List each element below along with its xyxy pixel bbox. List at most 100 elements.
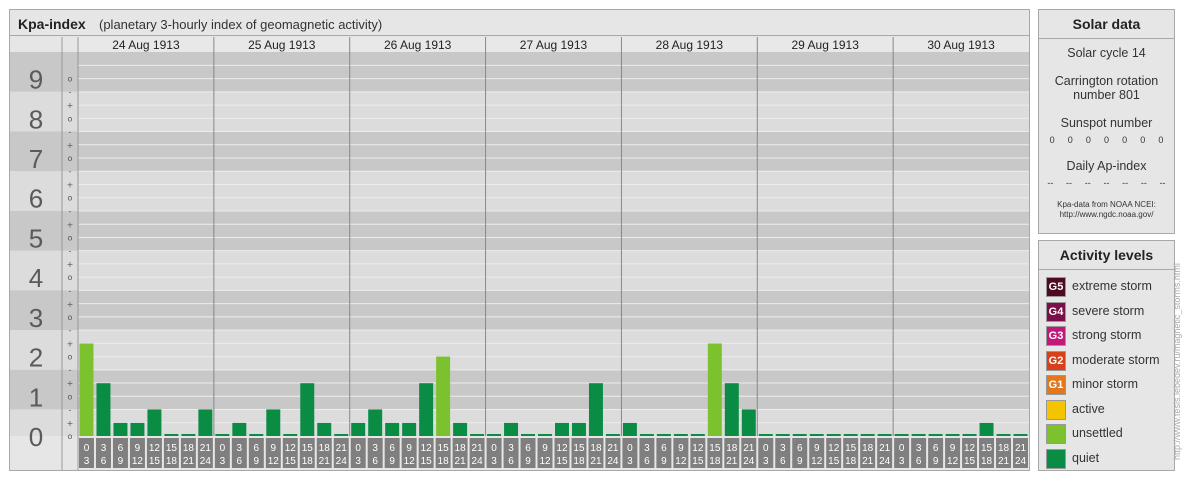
- kp-bar: [775, 434, 790, 436]
- day-label: 24 Aug 1913: [112, 38, 180, 52]
- interval-start-label: 9: [542, 443, 548, 454]
- activity-level-label: quiet: [1072, 450, 1100, 465]
- interval-start-label: 15: [709, 443, 721, 454]
- interval-end-label: 18: [709, 456, 721, 467]
- kp-bar: [164, 434, 179, 436]
- sunspot-label: Sunspot number: [1060, 116, 1153, 130]
- interval-start-label: 12: [285, 443, 297, 454]
- interval-start-label: 21: [472, 443, 484, 454]
- y-subtick-label: +: [67, 379, 74, 388]
- kp-bar: [945, 434, 960, 436]
- interval-end-label: 3: [491, 456, 497, 467]
- kp-bar: [419, 383, 434, 436]
- activity-level-item: G4 severe storm: [1046, 301, 1174, 322]
- kp-band: [10, 210, 1029, 251]
- interval-end-label: 9: [661, 456, 667, 467]
- interval-start-label: 3: [916, 443, 922, 454]
- ap-index-value: --: [1047, 178, 1054, 188]
- interval-start-label: 9: [950, 443, 956, 454]
- interval-end-label: 6: [916, 456, 922, 467]
- day-label: 29 Aug 1913: [792, 38, 860, 52]
- y-subtick-label: +: [67, 300, 74, 309]
- interval-start-label: 3: [780, 443, 786, 454]
- kp-bar: [249, 434, 264, 436]
- interval-end-label: 18: [981, 456, 993, 467]
- interval-start-label: 0: [899, 443, 905, 454]
- kp-bar: [181, 434, 196, 436]
- interval-start-label: 9: [135, 443, 141, 454]
- y-subtick-label: o: [68, 273, 73, 282]
- kp-bar: [521, 434, 536, 436]
- interval-start-label: 21: [607, 443, 619, 454]
- interval-end-label: 18: [166, 456, 178, 467]
- ap-index-values: -- -- -- -- -- -- --: [1039, 178, 1174, 188]
- interval-start-label: 0: [84, 443, 90, 454]
- carrington-rotation-number: number 801: [1073, 88, 1140, 102]
- interval-end-label: 12: [404, 456, 416, 467]
- interval-start-label: 18: [183, 443, 195, 454]
- activity-level-swatch: [1046, 399, 1066, 420]
- kp-bar: [979, 422, 994, 436]
- ap-index-value: --: [1103, 178, 1110, 188]
- day-label: 30 Aug 1913: [927, 38, 995, 52]
- activity-levels-heading: Activity levels: [1039, 241, 1174, 270]
- interval-end-label: 3: [627, 456, 633, 467]
- interval-end-label: 24: [1015, 456, 1027, 467]
- y-subtick-label: -: [69, 167, 72, 176]
- y-tick-label: 8: [29, 104, 43, 134]
- interval-end-label: 24: [336, 456, 348, 467]
- solar-data-panel: Solar data Solar cycle 14 Carrington rot…: [1038, 9, 1175, 234]
- activity-level-item: quiet: [1046, 448, 1174, 469]
- kp-bar: [860, 434, 875, 436]
- interval-start-label: 0: [627, 443, 633, 454]
- y-tick-label: 6: [29, 184, 43, 214]
- interval-start-label: 3: [508, 443, 514, 454]
- interval-end-label: 18: [302, 456, 314, 467]
- kp-bar: [453, 422, 468, 436]
- ap-index-value: --: [1084, 178, 1091, 188]
- interval-start-label: 12: [421, 443, 433, 454]
- y-subtick-label: o: [68, 432, 73, 441]
- interval-end-label: 3: [355, 456, 361, 467]
- kp-bar: [232, 422, 247, 436]
- activity-level-item: G2 moderate storm: [1046, 350, 1174, 371]
- interval-end-label: 9: [254, 456, 260, 467]
- day-label: 25 Aug 1913: [248, 38, 316, 52]
- interval-end-label: 12: [675, 456, 687, 467]
- kp-bar: [741, 409, 756, 436]
- interval-end-label: 6: [780, 456, 786, 467]
- interval-end-label: 18: [438, 456, 450, 467]
- y-subtick-label: +: [67, 339, 74, 348]
- sunspot-value: 0: [1049, 135, 1055, 145]
- interval-end-label: 24: [743, 456, 755, 467]
- interval-end-label: 21: [726, 456, 738, 467]
- y-subtick-label: +: [67, 141, 74, 150]
- interval-end-label: 3: [220, 456, 226, 467]
- interval-start-label: 3: [372, 443, 378, 454]
- activity-level-swatch: G3: [1046, 326, 1066, 346]
- kp-bar: [1013, 434, 1028, 436]
- interval-end-label: 6: [237, 456, 243, 467]
- y-tick-label: 9: [29, 65, 43, 95]
- y-subtick-label: o: [68, 353, 73, 362]
- interval-start-label: 6: [797, 443, 803, 454]
- y-tick-label: 3: [29, 303, 43, 333]
- activity-level-item: G5 extreme storm: [1046, 277, 1174, 297]
- kp-bar: [351, 422, 366, 436]
- y-subtick-label: +: [67, 419, 74, 428]
- interval-end-label: 15: [149, 456, 161, 467]
- interval-start-label: 15: [302, 443, 314, 454]
- kp-band: [10, 131, 1029, 172]
- kp-bar: [605, 434, 620, 436]
- kp-band: [10, 91, 1029, 132]
- interval-end-label: 24: [472, 456, 484, 467]
- activity-level-item: unsettled: [1046, 424, 1174, 444]
- kp-bar: [843, 434, 858, 436]
- day-label: 26 Aug 1913: [384, 38, 452, 52]
- kp-bar: [113, 422, 128, 436]
- y-subtick-label: -: [69, 405, 72, 414]
- interval-end-label: 12: [268, 456, 280, 467]
- y-tick-label: 1: [29, 382, 43, 412]
- kp-bar: [130, 422, 145, 436]
- activity-level-item: active: [1046, 399, 1174, 420]
